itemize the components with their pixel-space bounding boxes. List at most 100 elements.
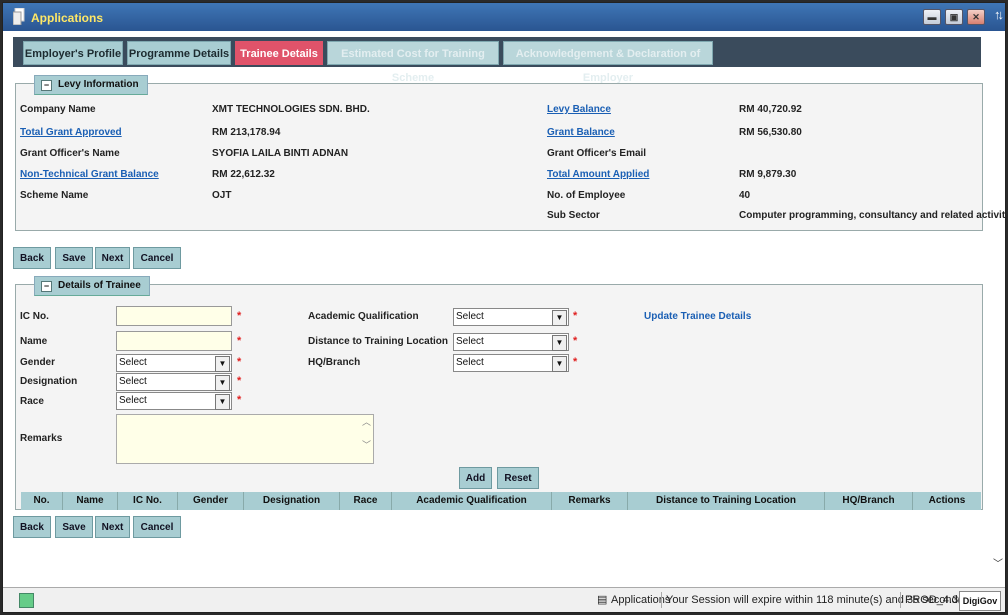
tab-programme-details[interactable]: Programme Details <box>127 41 231 65</box>
levy-information-panel: − Levy Information <box>15 75 983 231</box>
update-trainee-details-link[interactable]: Update Trainee Details <box>644 311 751 322</box>
document-icon <box>13 8 25 25</box>
required-mark: * <box>237 394 242 406</box>
gender-select[interactable]: Select ▼ <box>116 354 232 372</box>
sub-sector-value: Computer programming, consultancy and re… <box>739 210 1006 221</box>
sub-sector-label: Sub Sector <box>547 210 600 221</box>
required-mark: * <box>573 335 578 347</box>
title-bar: Applications ▬ ▣ ✕ ↑↓ <box>3 3 1005 31</box>
application-window: Applications ▬ ▣ ✕ ↑↓ ﹀ Employer's Profi… <box>2 2 1006 613</box>
column-header: Actions <box>928 495 966 506</box>
academic-qualification-label: Academic Qualification <box>308 311 419 322</box>
back-button[interactable]: Back <box>13 247 51 269</box>
total-grant-approved-value: RM 213,178.94 <box>212 127 281 138</box>
vertical-scrollbar[interactable]: ﹀ <box>991 31 1005 586</box>
column-header: Name <box>63 492 118 510</box>
next-button[interactable]: Next <box>95 247 130 269</box>
distance-label: Distance to Training Location <box>308 336 449 347</box>
collapse-icon[interactable]: − <box>41 80 52 91</box>
distance-select[interactable]: Select ▼ <box>453 333 569 351</box>
column-header: Distance to Training Location <box>628 492 825 510</box>
window-title: Applications <box>31 11 104 25</box>
reset-button[interactable]: Reset <box>497 467 539 489</box>
collapse-icon[interactable]: − <box>41 281 52 292</box>
column-header: Academic Qualification <box>392 492 552 510</box>
total-grant-approved-link[interactable]: Total Grant Approved <box>20 127 122 138</box>
race-label: Race <box>20 396 44 407</box>
trainee-legend[interactable]: − Details of Trainee <box>34 276 150 296</box>
chevron-down-icon[interactable]: ▼ <box>215 356 230 372</box>
grant-officer-name-label: Grant Officer's Name <box>20 148 120 159</box>
minimize-button[interactable]: ▬ <box>923 9 941 25</box>
chevron-down-icon[interactable]: ▼ <box>552 310 567 326</box>
levy-balance-link[interactable]: Levy Balance <box>547 104 611 115</box>
ic-no-label: IC No. <box>20 311 49 322</box>
hq-branch-select[interactable]: Select ▼ <box>453 354 569 372</box>
required-mark: * <box>237 375 242 387</box>
academic-qualification-select[interactable]: Select ▼ <box>453 308 569 326</box>
ic-no-input[interactable] <box>116 306 232 326</box>
column-header: Gender <box>178 492 244 510</box>
designation-label: Designation <box>20 376 78 387</box>
name-input[interactable] <box>116 331 232 351</box>
column-header: Race <box>340 492 392 510</box>
gender-label: Gender <box>20 357 56 368</box>
tab-estimated-cost: Estimated Cost for Training Scheme <box>327 41 499 84</box>
name-label: Name <box>20 336 48 347</box>
cancel-button[interactable]: Cancel <box>133 247 181 269</box>
grant-officer-name-value: SYOFIA LAILA BINTI ADNAN <box>212 148 349 159</box>
chevron-down-icon[interactable]: ▼ <box>215 394 230 410</box>
back-button[interactable]: Back <box>13 516 51 538</box>
chevron-down-icon[interactable]: ▼ <box>552 335 567 351</box>
levy-legend[interactable]: − Levy Information <box>34 75 148 95</box>
company-name-label: Company Name <box>20 104 96 115</box>
column-header: Designation <box>244 492 340 510</box>
next-button[interactable]: Next <box>95 516 130 538</box>
tab-bar: Employer's Profile Programme Details Tra… <box>13 37 981 84</box>
no-of-employee-value: 40 <box>739 190 751 201</box>
tab-employers-profile[interactable]: Employer's Profile <box>23 41 123 65</box>
total-amount-applied-link[interactable]: Total Amount Applied <box>547 169 649 180</box>
save-button[interactable]: Save <box>55 516 93 538</box>
column-header: No. <box>21 492 63 510</box>
non-technical-grant-balance-link[interactable]: Non-Technical Grant Balance <box>20 169 159 180</box>
non-technical-grant-balance-value: RM 22,612.32 <box>212 169 275 180</box>
tab-acknowledgement: Acknowledgement & Declaration of Employe… <box>503 41 713 84</box>
grant-officer-email-label: Grant Officer's Email <box>547 148 647 159</box>
remarks-textarea[interactable]: ︿ ﹀ <box>116 414 374 464</box>
status-bar: ▤ Applications Your Session will expire … <box>3 587 1005 612</box>
close-button[interactable]: ✕ <box>967 9 985 25</box>
scheme-name-value: OJT <box>212 190 232 201</box>
chevron-down-icon[interactable]: ▼ <box>215 375 230 391</box>
trainee-table-header: No. Name IC No. Gender Designation Race … <box>21 492 981 510</box>
cancel-button[interactable]: Cancel <box>133 516 181 538</box>
required-mark: * <box>573 310 578 322</box>
chevron-down-icon[interactable]: ﹀ <box>993 555 1003 570</box>
digigov-logo: DigiGov <box>959 591 1001 611</box>
save-button[interactable]: Save <box>55 247 93 269</box>
levy-balance-value: RM 40,720.92 <box>739 104 802 115</box>
required-mark: * <box>237 335 242 347</box>
status-app-icon <box>19 593 34 608</box>
grant-balance-value: RM 56,530.80 <box>739 127 802 138</box>
required-mark: * <box>573 356 578 368</box>
column-header: Remarks <box>552 492 628 510</box>
designation-select[interactable]: Select ▼ <box>116 373 232 391</box>
status-applications-icon: ▤ <box>597 594 608 606</box>
scheme-name-label: Scheme Name <box>20 190 89 201</box>
textarea-scrollbar[interactable]: ︿ ﹀ <box>360 415 373 463</box>
grant-balance-link[interactable]: Grant Balance <box>547 127 615 138</box>
remarks-label: Remarks <box>20 433 63 444</box>
no-of-employee-label: No. of Employee <box>547 190 626 201</box>
tab-trainee-details[interactable]: Trainee Details <box>235 41 323 65</box>
maximize-button[interactable]: ▣ <box>945 9 963 25</box>
company-name-value: XMT TECHNOLOGIES SDN. BHD. <box>212 104 370 115</box>
chevron-down-icon[interactable]: ▼ <box>552 356 567 372</box>
hq-branch-label: HQ/Branch <box>308 357 361 368</box>
column-header: HQ/Branch <box>825 492 913 510</box>
column-header: IC No. <box>118 492 178 510</box>
add-button[interactable]: Add <box>459 467 492 489</box>
required-mark: * <box>237 356 242 368</box>
sort-arrows-icon[interactable]: ↑↓ <box>994 7 1004 22</box>
race-select[interactable]: Select ▼ <box>116 392 232 410</box>
